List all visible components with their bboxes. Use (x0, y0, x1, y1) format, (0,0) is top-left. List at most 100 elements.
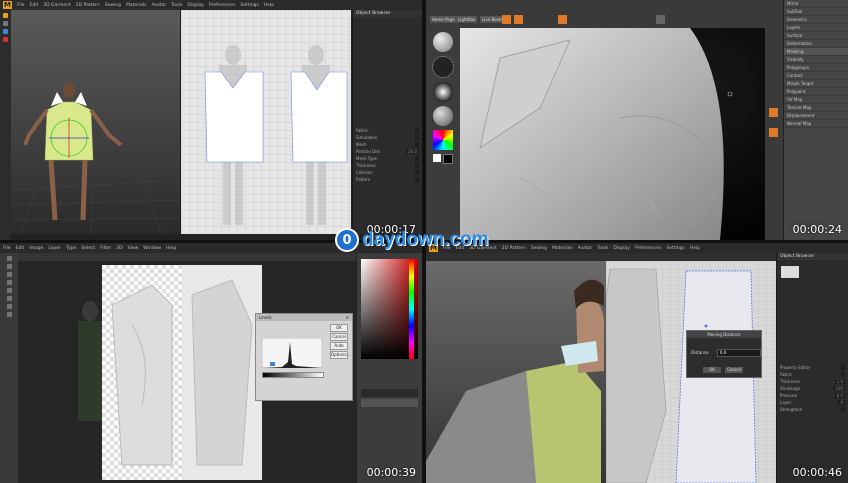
distance-input[interactable]: 0.0 (717, 349, 761, 357)
tray-row[interactable]: SubTool (784, 8, 848, 16)
move-tool-icon[interactable] (6, 256, 12, 261)
fabric-thumbnail[interactable] (781, 266, 799, 278)
menu-item[interactable]: Sewing (531, 246, 547, 251)
material-icon[interactable] (433, 106, 453, 126)
slider-handle[interactable] (270, 362, 275, 366)
zadd-icon[interactable] (656, 15, 665, 24)
text-tool-icon[interactable] (6, 312, 12, 317)
tray-row[interactable]: Surface (784, 32, 848, 40)
prop-row[interactable]: Shrinkage 100 (777, 385, 848, 392)
tray-row[interactable]: Normal Map (784, 120, 848, 128)
prop-row[interactable]: Mesh Type (353, 155, 422, 162)
menu-item[interactable]: Display (613, 246, 630, 251)
cancel-button[interactable]: Cancel (725, 367, 743, 373)
menu-item[interactable]: Edit (16, 246, 25, 251)
prop-row[interactable]: Thickness (353, 162, 422, 169)
menu-item[interactable]: Tools (171, 3, 182, 8)
menu-item[interactable]: Filter (100, 246, 111, 251)
frame-icon[interactable] (769, 108, 778, 117)
prop-row[interactable]: Simulation (353, 134, 422, 141)
prop-row[interactable]: Fabric (353, 127, 422, 134)
tray-row[interactable]: Geometry (784, 16, 848, 24)
viewport-3d[interactable] (10, 10, 181, 235)
menu-item[interactable]: 3D Garment (43, 3, 71, 8)
marquee-tool-icon[interactable] (6, 264, 12, 269)
menu-item[interactable]: Sewing (105, 3, 121, 8)
hue-slider[interactable] (409, 259, 414, 359)
crop-tool-icon[interactable] (6, 280, 12, 285)
prop-row[interactable]: Particle Dist 20.0 (353, 148, 422, 155)
prop-row[interactable]: Mesh (353, 141, 422, 148)
menu-item[interactable]: Avatar (152, 3, 167, 8)
tray-row[interactable]: Visibility (784, 56, 848, 64)
prop-row[interactable]: Pattern (353, 176, 422, 183)
menu-item[interactable]: Help (690, 246, 700, 251)
menu-item[interactable]: Preferences (635, 246, 661, 251)
swatch-white[interactable] (433, 154, 441, 162)
gradient-tool-icon[interactable] (6, 304, 12, 309)
auto-button[interactable]: Auto (330, 342, 348, 350)
menu-item[interactable]: Edit (30, 3, 39, 8)
menu-item[interactable]: File (3, 246, 11, 251)
menu-item[interactable]: Layer (48, 246, 61, 251)
ok-button[interactable]: OK (330, 324, 348, 332)
pin-tool-icon[interactable] (3, 29, 8, 34)
prop-row[interactable]: Property Editor (777, 364, 848, 371)
tray-row[interactable]: Texture Map (784, 104, 848, 112)
prop-row[interactable]: Pressure 0.0 (777, 392, 848, 399)
brush-standard-icon[interactable] (433, 32, 453, 52)
tray-row[interactable]: Morph Target (784, 80, 848, 88)
viewport-3d[interactable] (426, 261, 606, 483)
zbrush-btn[interactable]: Home Page (430, 16, 457, 23)
prop-row[interactable]: Collision (353, 169, 422, 176)
brush-tool-icon[interactable] (3, 37, 8, 42)
menu-item[interactable]: View (128, 246, 139, 251)
move-icon[interactable] (769, 128, 778, 137)
edit-mode-icon[interactable] (502, 15, 511, 24)
menu-item[interactable]: Select (81, 246, 95, 251)
zbrush-btn[interactable]: LightBox (456, 16, 478, 23)
layer-row-selected[interactable] (361, 399, 418, 407)
rgb-mode-icon[interactable] (558, 15, 567, 24)
tray-row[interactable]: Deformation (784, 40, 848, 48)
tray-row[interactable]: Contact (784, 72, 848, 80)
menu-item[interactable]: Settings (240, 3, 258, 8)
prop-row[interactable]: Fabric (777, 371, 848, 378)
sculpt-canvas[interactable] (460, 28, 765, 240)
prop-row[interactable]: Strengthen (777, 406, 848, 413)
brush-tool-icon[interactable] (6, 288, 12, 293)
color-picker-icon[interactable] (433, 130, 453, 150)
stroke-dots-icon[interactable] (432, 56, 454, 78)
menu-item[interactable]: Avatar (578, 246, 593, 251)
color-swatches[interactable] (426, 154, 460, 164)
menu-item[interactable]: Help (264, 3, 274, 8)
alpha-icon[interactable] (433, 82, 453, 102)
tray-row[interactable]: Mirror (784, 0, 848, 8)
lasso-tool-icon[interactable] (6, 272, 12, 277)
menu-item[interactable]: 3D (116, 246, 122, 251)
select-tool-icon[interactable] (3, 13, 8, 18)
menu-item[interactable]: 2D Pattern (502, 246, 526, 251)
menu-item[interactable]: Type (66, 246, 76, 251)
menu-item[interactable]: Help (166, 246, 176, 251)
layer-row[interactable] (361, 389, 418, 397)
menu-item[interactable]: Tools (597, 246, 608, 251)
move-tool-icon[interactable] (3, 21, 8, 26)
tray-row[interactable]: Polypaint (784, 88, 848, 96)
viewport-2d-pattern[interactable] (181, 10, 351, 234)
ok-button[interactable]: OK (703, 367, 721, 373)
menu-item[interactable]: Display (187, 3, 204, 8)
tray-row[interactable]: Masking (784, 48, 848, 56)
tray-row[interactable]: UV Map (784, 96, 848, 104)
menu-item[interactable]: Materials (552, 246, 573, 251)
menu-item[interactable]: Window (143, 246, 161, 251)
draw-mode-icon[interactable] (514, 15, 523, 24)
prop-row[interactable]: Layer 0 (777, 399, 848, 406)
eraser-tool-icon[interactable] (6, 296, 12, 301)
close-icon[interactable]: ✕ (346, 315, 349, 320)
menu-item[interactable]: File (17, 3, 25, 8)
options-button[interactable]: Options... (330, 351, 350, 359)
tray-row[interactable]: Displacement (784, 112, 848, 120)
cancel-button[interactable]: Cancel (330, 333, 348, 341)
menu-item[interactable]: 2D Pattern (76, 3, 100, 8)
